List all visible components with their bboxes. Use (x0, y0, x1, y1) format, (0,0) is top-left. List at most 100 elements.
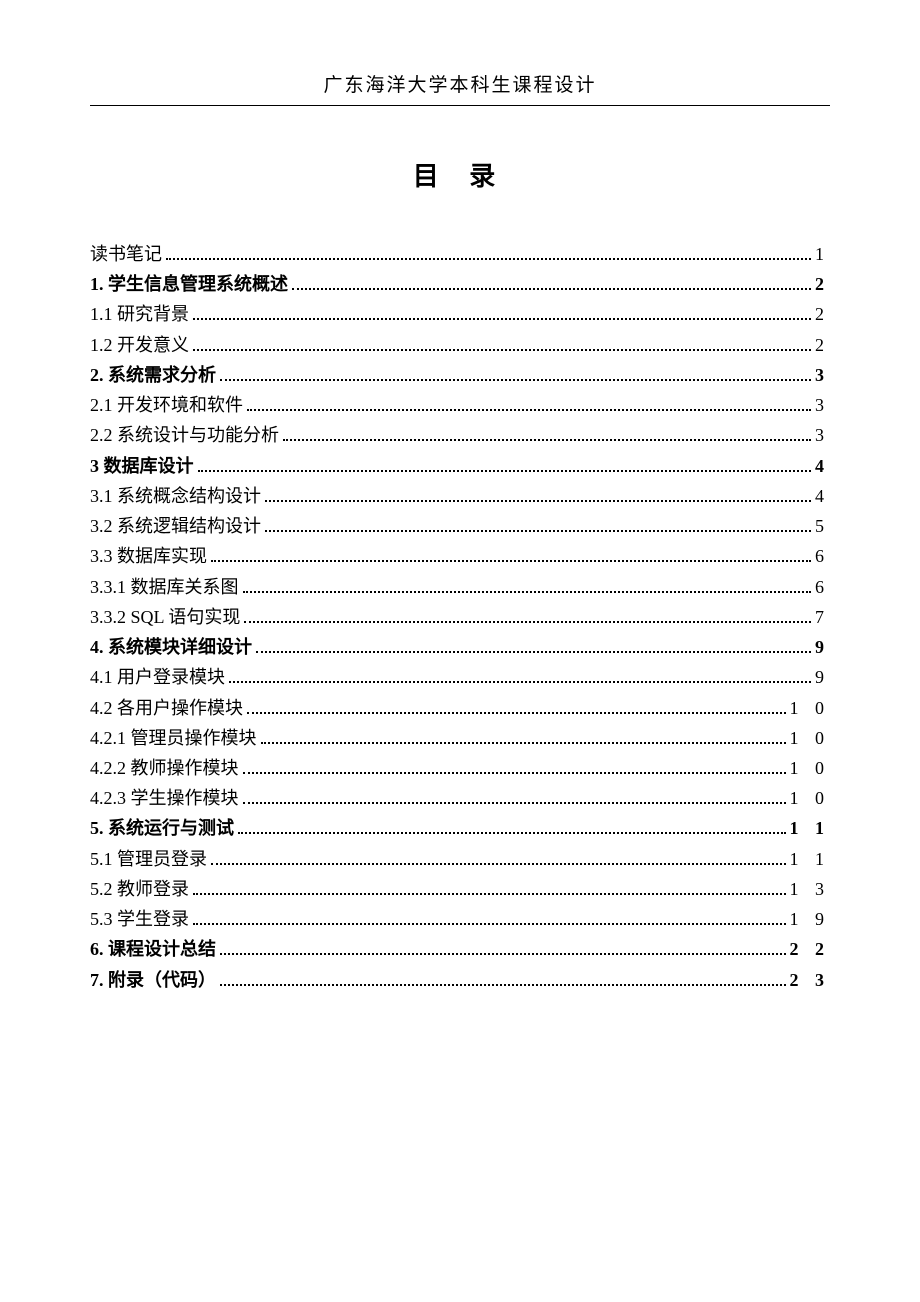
toc-row: 1.1 研究背景 2 (90, 299, 830, 329)
toc-row: 5.2 教师登录 1 3 (90, 874, 830, 904)
toc-row: 4.2.3 学生操作模块 1 0 (90, 783, 830, 813)
toc-row: 6. 课程设计总结 2 2 (90, 934, 830, 964)
toc-leader-dots (193, 893, 786, 895)
toc-entry-page: 3 (815, 390, 830, 420)
toc-row: 1.2 开发意义 2 (90, 330, 830, 360)
toc-entry-page: 2 (815, 299, 830, 329)
toc-row: 2. 系统需求分析 3 (90, 360, 830, 390)
toc-entry-page: 1 3 (790, 874, 831, 904)
toc-entry-label: 读书笔记 (90, 239, 162, 269)
toc-entry-label: 3 数据库设计 (90, 451, 194, 481)
toc-leader-dots (166, 258, 811, 260)
toc-leader-dots (238, 832, 786, 834)
toc-row: 3 数据库设计 4 (90, 451, 830, 481)
toc-entry-page: 9 (815, 662, 830, 692)
toc-leader-dots (193, 349, 811, 351)
toc-entry-label: 4. 系统模块详细设计 (90, 632, 252, 662)
toc-row: 4.2 各用户操作模块 1 0 (90, 693, 830, 723)
toc-leader-dots (229, 681, 811, 683)
toc-leader-dots (265, 530, 811, 532)
toc-row: 3.3 数据库实现 6 (90, 541, 830, 571)
toc-entry-page: 3 (815, 420, 830, 450)
toc-leader-dots (243, 591, 812, 593)
toc-entry-label: 1.1 研究背景 (90, 299, 189, 329)
toc-entry-page: 2 2 (790, 934, 831, 964)
toc-leader-dots (265, 500, 811, 502)
toc-entry-page: 4 (815, 481, 830, 511)
toc-entry-label: 4.1 用户登录模块 (90, 662, 225, 692)
toc-leader-dots (211, 560, 811, 562)
toc-row: 4.2.1 管理员操作模块 1 0 (90, 723, 830, 753)
toc-row: 4. 系统模块详细设计 9 (90, 632, 830, 662)
toc-leader-dots (256, 651, 811, 653)
toc-entry-label: 4.2.2 教师操作模块 (90, 753, 239, 783)
toc-row: 3.2 系统逻辑结构设计 5 (90, 511, 830, 541)
toc-entry-page: 2 (815, 330, 830, 360)
toc-row: 5. 系统运行与测试 1 1 (90, 813, 830, 843)
toc-leader-dots (244, 621, 811, 623)
toc-entry-label: 4.2.1 管理员操作模块 (90, 723, 257, 753)
toc-entry-label: 3.3.2 SQL 语句实现 (90, 602, 240, 632)
toc-leader-dots (193, 923, 786, 925)
toc-row: 2.2 系统设计与功能分析 3 (90, 420, 830, 450)
toc-entry-label: 4.2 各用户操作模块 (90, 693, 243, 723)
page-container: 广东海洋大学本科生课程设计 目 录 读书笔记 11. 学生信息管理系统概述 21… (0, 0, 920, 995)
toc-entry-label: 5.2 教师登录 (90, 874, 189, 904)
toc-title: 目 录 (90, 156, 830, 193)
toc-entry-label: 5.3 学生登录 (90, 904, 189, 934)
toc-row: 5.1 管理员登录 1 1 (90, 844, 830, 874)
toc-entry-page: 1 0 (790, 723, 831, 753)
toc-leader-dots (261, 742, 786, 744)
toc-leader-dots (198, 470, 812, 472)
toc-row: 2.1 开发环境和软件 3 (90, 390, 830, 420)
toc-row: 3.3.2 SQL 语句实现 7 (90, 602, 830, 632)
toc-leader-dots (243, 802, 786, 804)
toc-entry-label: 2. 系统需求分析 (90, 360, 216, 390)
toc-entry-label: 3.1 系统概念结构设计 (90, 481, 261, 511)
toc-row: 4.1 用户登录模块 9 (90, 662, 830, 692)
toc-entry-page: 1 1 (790, 813, 831, 843)
toc-row: 1. 学生信息管理系统概述 2 (90, 269, 830, 299)
toc-entry-label: 1.2 开发意义 (90, 330, 189, 360)
page-header: 广东海洋大学本科生课程设计 (90, 70, 830, 106)
toc-leader-dots (243, 772, 786, 774)
toc-leader-dots (292, 288, 811, 290)
toc-leader-dots (247, 409, 811, 411)
toc-leader-dots (247, 712, 786, 714)
toc-entry-label: 2.1 开发环境和软件 (90, 390, 243, 420)
toc-entry-page: 3 (815, 360, 830, 390)
toc-entry-label: 4.2.3 学生操作模块 (90, 783, 239, 813)
toc-entry-page: 1 0 (790, 783, 831, 813)
toc-entry-page: 1 1 (790, 844, 831, 874)
toc-entry-label: 2.2 系统设计与功能分析 (90, 420, 279, 450)
toc-entry-label: 3.3.1 数据库关系图 (90, 572, 239, 602)
toc-entry-page: 7 (815, 602, 830, 632)
toc-leader-dots (220, 953, 786, 955)
toc-entry-page: 9 (815, 632, 830, 662)
table-of-contents: 读书笔记 11. 学生信息管理系统概述 21.1 研究背景 21.2 开发意义 … (90, 239, 830, 995)
toc-entry-page: 1 0 (790, 753, 831, 783)
toc-row: 7. 附录（代码） 2 3 (90, 965, 830, 995)
toc-entry-page: 6 (815, 572, 830, 602)
toc-row: 4.2.2 教师操作模块 1 0 (90, 753, 830, 783)
toc-leader-dots (283, 439, 811, 441)
toc-leader-dots (211, 863, 786, 865)
toc-entry-label: 3.2 系统逻辑结构设计 (90, 511, 261, 541)
toc-entry-label: 5.1 管理员登录 (90, 844, 207, 874)
toc-row: 5.3 学生登录 1 9 (90, 904, 830, 934)
toc-entry-label: 3.3 数据库实现 (90, 541, 207, 571)
toc-entry-page: 1 (815, 239, 830, 269)
toc-entry-page: 2 (815, 269, 830, 299)
toc-row: 3.3.1 数据库关系图 6 (90, 572, 830, 602)
toc-entry-page: 2 3 (790, 965, 831, 995)
toc-entry-label: 5. 系统运行与测试 (90, 813, 234, 843)
toc-entry-page: 1 0 (790, 693, 831, 723)
toc-entry-page: 5 (815, 511, 830, 541)
toc-entry-page: 4 (815, 451, 830, 481)
toc-entry-label: 6. 课程设计总结 (90, 934, 216, 964)
toc-entry-page: 6 (815, 541, 830, 571)
toc-entry-label: 7. 附录（代码） (90, 965, 216, 995)
toc-entry-page: 1 9 (790, 904, 831, 934)
toc-row: 读书笔记 1 (90, 239, 830, 269)
toc-leader-dots (193, 318, 811, 320)
